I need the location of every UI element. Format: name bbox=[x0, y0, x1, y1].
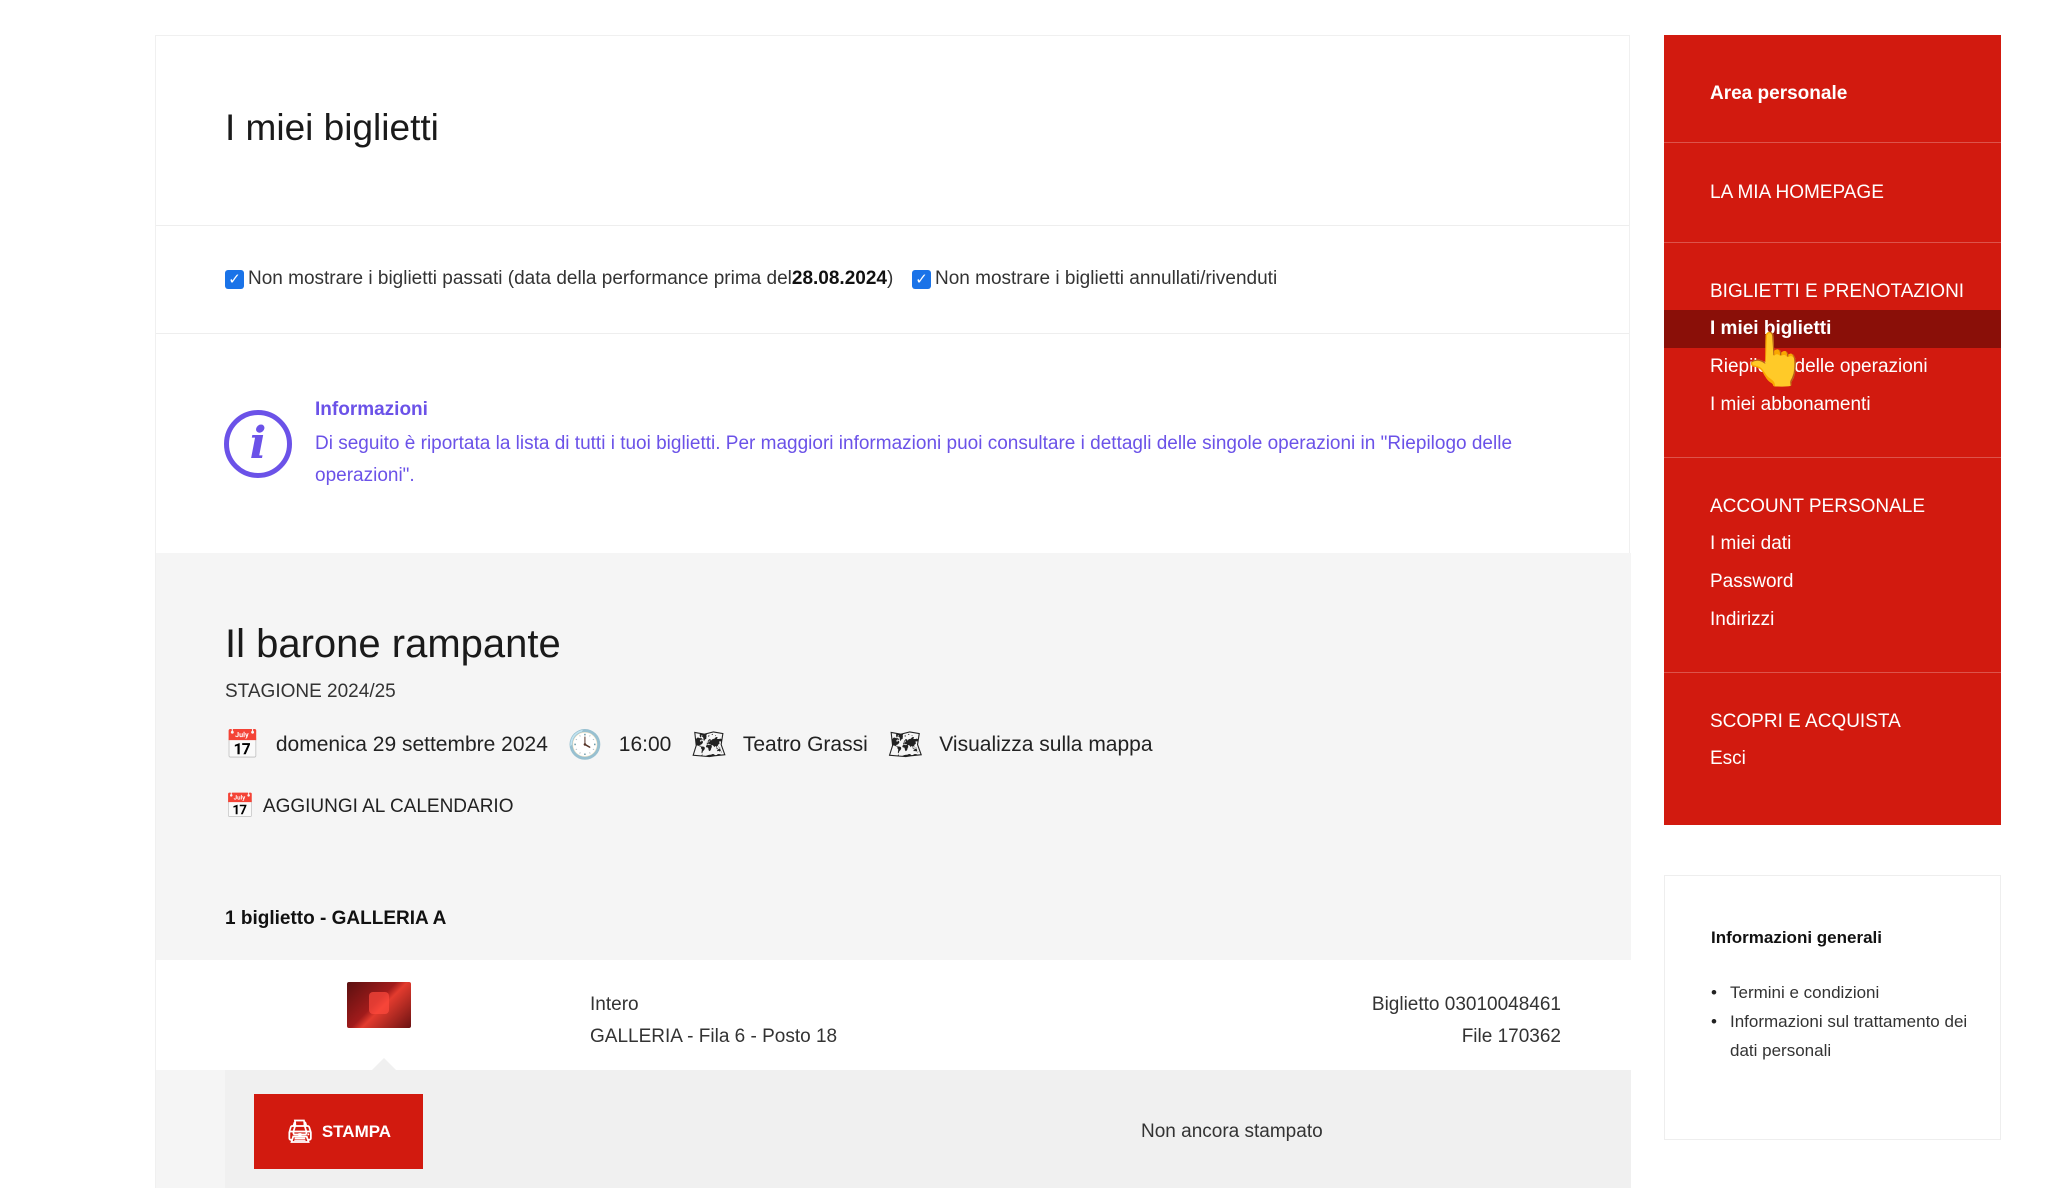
add-to-calendar-button[interactable]: 📅 AGGIUNGI AL CALENDARIO bbox=[225, 792, 513, 821]
sidebar: Area personale LA MIA HOMEPAGE BIGLIETTI… bbox=[1664, 35, 2001, 825]
sidebar-item-operations[interactable]: Riepilogo delle operazioni bbox=[1664, 348, 2001, 386]
sidebar-section-shop: SCOPRI E ACQUISTA Esci bbox=[1664, 673, 2001, 823]
map-link[interactable]: Visualizza sulla mappa bbox=[939, 733, 1152, 757]
info-box: i Informazioni Di seguito è riportata la… bbox=[156, 334, 1629, 550]
info-text: Di seguito è riportata la lista di tutti… bbox=[315, 433, 1513, 486]
general-info-box: Informazioni generali Termini e condizio… bbox=[1664, 875, 2001, 1140]
filter-past-date: 28.08.2024 bbox=[791, 268, 887, 289]
sidebar-item-discover[interactable]: SCOPRI E ACQUISTA bbox=[1664, 711, 1901, 733]
link-terms[interactable]: Termini e condizioni bbox=[1711, 978, 1971, 1007]
info-title: Informazioni bbox=[315, 399, 428, 420]
ticket-seat: GALLERIA - Fila 6 - Posto 18 bbox=[590, 1026, 838, 1047]
page-header: I miei biglietti bbox=[156, 36, 1629, 226]
sidebar-section-home: LA MIA HOMEPAGE bbox=[1664, 143, 2001, 243]
sidebar-section-account: ACCOUNT PERSONALE I miei dati Password I… bbox=[1664, 458, 2001, 673]
event-venue: Teatro Grassi bbox=[742, 733, 868, 756]
sidebar-item-addresses[interactable]: Indirizzi bbox=[1664, 601, 2001, 639]
event-season: STAGIONE 2024/25 bbox=[225, 681, 396, 702]
sidebar-account-heading: ACCOUNT PERSONALE bbox=[1710, 496, 1926, 517]
sidebar-item-password[interactable]: Password bbox=[1664, 563, 2001, 601]
map-icon: 🗺 bbox=[691, 729, 727, 760]
page-title: I miei biglietti bbox=[225, 107, 439, 148]
info-icon: i bbox=[224, 410, 292, 478]
link-privacy[interactable]: Informazioni sul trattamento dei dati pe… bbox=[1711, 1007, 1971, 1065]
sidebar-item-my-tickets[interactable]: I miei biglietti bbox=[1664, 310, 2001, 348]
sidebar-item-homepage[interactable]: LA MIA HOMEPAGE bbox=[1664, 182, 1884, 204]
filter-cancelled-label: Non mostrare i biglietti annullati/riven… bbox=[935, 268, 1278, 289]
print-label: STAMPA bbox=[321, 1121, 392, 1141]
filter-past-prefix: Non mostrare i biglietti passati (data d… bbox=[248, 268, 792, 289]
sidebar-section-area: Area personale bbox=[1664, 35, 2001, 143]
calendar-icon: 📅 bbox=[225, 793, 255, 820]
main-content: I miei biglietti ✓ Non mostrare i biglie… bbox=[155, 35, 1631, 1188]
event-date: domenica 29 settembre 2024 bbox=[275, 733, 548, 756]
ticket-type: Intero bbox=[590, 994, 639, 1015]
calendar-icon: 📅 bbox=[225, 729, 260, 760]
sidebar-tickets-heading: BIGLIETTI E PRENOTAZIONI bbox=[1710, 281, 1965, 302]
print-status: Non ancora stampato bbox=[1141, 1121, 1323, 1142]
sidebar-section-tickets: BIGLIETTI E PRENOTAZIONI I miei bigliett… bbox=[1664, 243, 2001, 458]
sidebar-item-subscriptions[interactable]: I miei abbonamenti bbox=[1664, 386, 2001, 424]
filter-past-suffix: ) bbox=[886, 268, 894, 289]
event-title: Il barone rampante bbox=[225, 622, 561, 666]
event-time: 16:00 bbox=[618, 733, 672, 756]
checkmark-icon[interactable]: ✓ bbox=[912, 269, 931, 289]
sidebar-area-title[interactable]: Area personale bbox=[1664, 83, 1847, 105]
filters-bar: ✓ Non mostrare i biglietti passati (data… bbox=[156, 226, 1629, 334]
print-area: 🖨 STAMPA Non ancora stampato bbox=[225, 1058, 1631, 1188]
map-icon[interactable]: 🗺 bbox=[888, 731, 924, 759]
sidebar-item-logout[interactable]: Esci bbox=[1664, 740, 2001, 778]
event-card: Il barone rampante STAGIONE 2024/25 📅 do… bbox=[156, 553, 1631, 1188]
add-to-calendar-label: AGGIUNGI AL CALENDARIO bbox=[262, 795, 514, 817]
printer-icon: 🖨 bbox=[285, 1118, 314, 1144]
general-info-title: Informazioni generali bbox=[1711, 928, 1882, 947]
ticket-row: Intero GALLERIA - Fila 6 - Posto 18 Bigl… bbox=[156, 960, 1631, 1070]
hand-pointer-icon: 👆 bbox=[1743, 331, 1808, 389]
sidebar-item-my-data[interactable]: I miei dati bbox=[1664, 525, 2001, 563]
general-info-links: Termini e condizioni Informazioni sul tr… bbox=[1711, 978, 1971, 1065]
event-thumbnail bbox=[347, 982, 411, 1028]
filter-past-tickets[interactable]: ✓ Non mostrare i biglietti passati (data… bbox=[225, 268, 893, 290]
ticket-count: 1 biglietto - GALLERIA A bbox=[225, 908, 447, 929]
checkmark-icon[interactable]: ✓ bbox=[225, 269, 244, 289]
ticket-file: File 170362 bbox=[1461, 1026, 1561, 1047]
filter-cancelled-tickets[interactable]: ✓ Non mostrare i biglietti annullati/riv… bbox=[912, 268, 1277, 290]
event-meta: 📅 domenica 29 settembre 2024 🕓 16:00 🗺 T… bbox=[225, 731, 1173, 759]
print-button[interactable]: 🖨 STAMPA bbox=[254, 1094, 423, 1169]
ticket-number: Biglietto 03010048461 bbox=[1371, 994, 1561, 1015]
clock-icon: 🕓 bbox=[567, 729, 603, 760]
